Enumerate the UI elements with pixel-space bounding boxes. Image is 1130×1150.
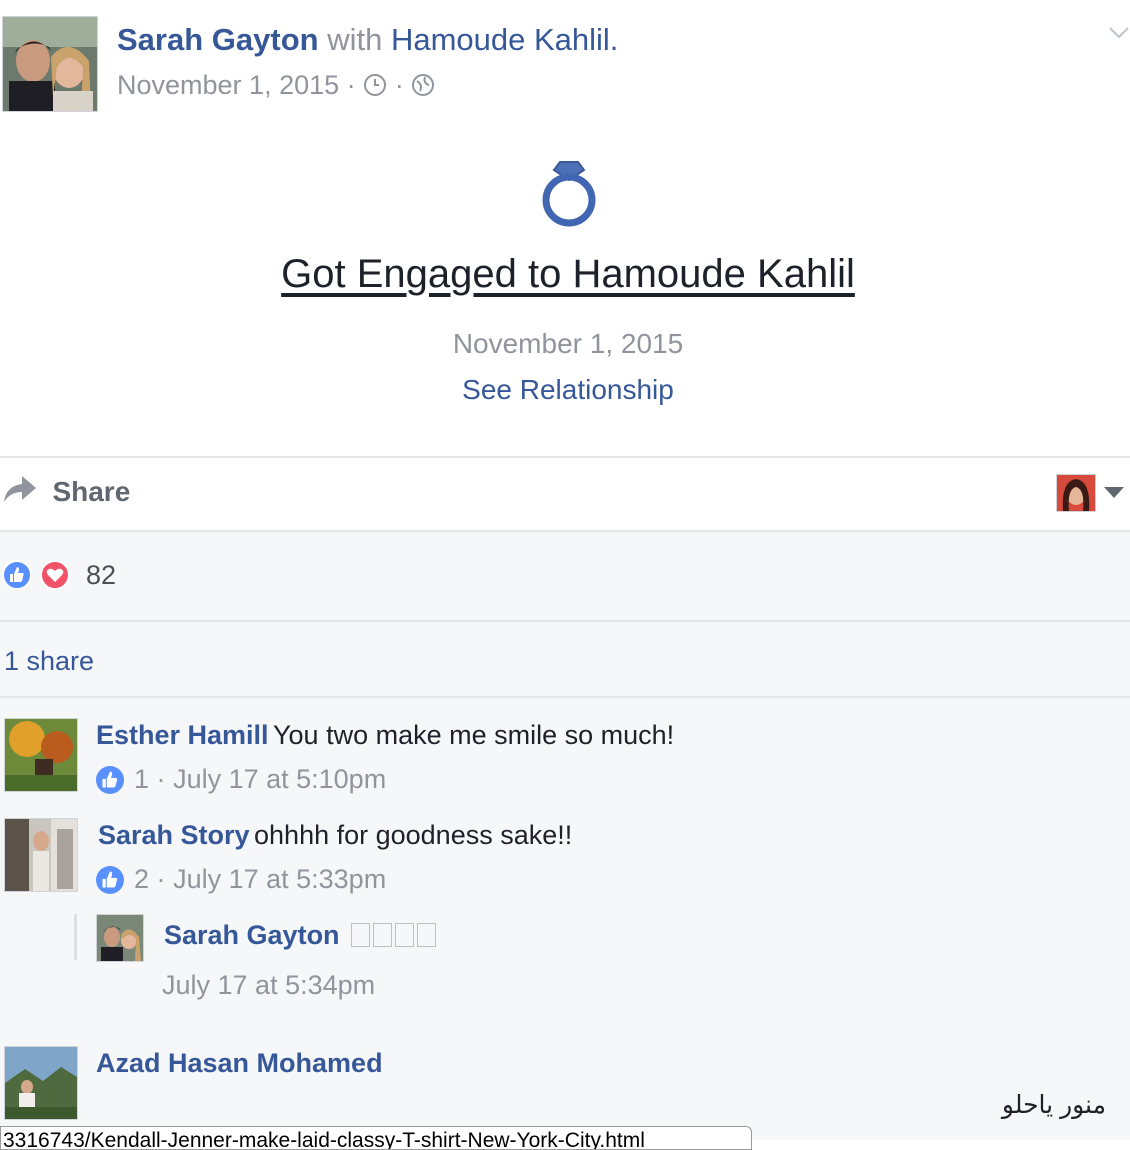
meta-separator-2: · — [394, 70, 404, 100]
comment-separator: · — [156, 764, 166, 794]
love-reaction-icon — [40, 560, 70, 590]
comment-separator: · — [156, 864, 166, 894]
comment-like-count[interactable]: 2 — [134, 864, 149, 894]
reply-timestamp[interactable]: July 17 at 5:34pm — [162, 970, 375, 1001]
comment-like-icon — [96, 766, 124, 794]
globe-icon[interactable] — [411, 73, 435, 104]
unrendered-emoji-glyphs — [348, 923, 437, 948]
commenter-avatar[interactable] — [4, 1046, 78, 1120]
reply-line: Sarah Gayton — [164, 920, 437, 951]
ring-icon — [538, 158, 600, 233]
reactions-bottom-divider — [0, 620, 1130, 622]
author-avatar[interactable] — [2, 16, 98, 112]
reaction-count: 82 — [86, 560, 117, 590]
like-reaction-icon — [2, 560, 32, 590]
author-avatar-photo — [3, 17, 97, 111]
url-status-bar: 3316743/Kendall-Jenner-make-laid-classy-… — [0, 1126, 752, 1150]
post-options-chevron-icon[interactable] — [1108, 26, 1130, 45]
reply-thread-line — [74, 914, 77, 960]
meta-separator: · — [346, 70, 356, 100]
life-event-title[interactable]: Got Engaged to Hamoude Kahlil — [0, 252, 1130, 297]
see-relationship-link[interactable]: See Relationship — [0, 374, 1130, 406]
comment-text: You two make me smile so much! — [273, 720, 675, 750]
dropdown-caret-icon — [1104, 486, 1124, 504]
comment-like-icon — [96, 866, 124, 894]
share-button[interactable]: Share — [2, 474, 130, 514]
commenter-avatar[interactable] — [4, 818, 78, 892]
comment-line: Esther Hamill You two make me smile so m… — [96, 720, 674, 751]
reply-avatar[interactable] — [96, 914, 144, 962]
commenter-name-link[interactable]: Esther Hamill — [96, 720, 269, 750]
share-label: Share — [52, 475, 131, 507]
tagged-user-link[interactable]: Hamoude Kahlil. — [391, 22, 618, 57]
life-event-date: November 1, 2015 — [452, 328, 684, 359]
commenter-name-link[interactable]: Sarah Story — [98, 820, 250, 850]
with-text: with — [327, 22, 383, 57]
comment-line: Sarah Story ohhhh for goodness sake!! — [98, 820, 572, 851]
commenter-avatar[interactable] — [4, 718, 78, 792]
comments-top-divider — [0, 696, 1130, 698]
share-arrow-icon — [2, 474, 38, 509]
post-meta: November 1, 2015 · · — [117, 70, 435, 104]
comment-timestamp[interactable]: July 17 at 5:33pm — [173, 864, 386, 894]
commenter-name-link[interactable]: Azad Hasan Mohamed — [96, 1048, 383, 1079]
post-header-line: Sarah Gayton with Hamoude Kahlil. — [117, 22, 618, 58]
reactions-summary[interactable]: 82 — [2, 558, 152, 594]
comment-text: ohhhh for goodness sake!! — [254, 820, 573, 850]
post-date[interactable]: November 1, 2015 — [117, 70, 339, 100]
reply-author-link[interactable]: Sarah Gayton — [164, 920, 340, 950]
comment-like-count[interactable]: 1 — [134, 764, 149, 794]
viewer-avatar — [1056, 474, 1096, 512]
clock-icon — [363, 73, 387, 104]
author-name-link[interactable]: Sarah Gayton — [117, 22, 319, 57]
reactions-top-divider — [0, 530, 1130, 532]
shares-count-link[interactable]: 1 share — [4, 646, 94, 677]
action-bar-top-divider — [0, 456, 1130, 458]
comment-timestamp[interactable]: July 17 at 5:10pm — [173, 764, 386, 794]
comment-text: منور ياحلو — [1001, 1091, 1106, 1119]
